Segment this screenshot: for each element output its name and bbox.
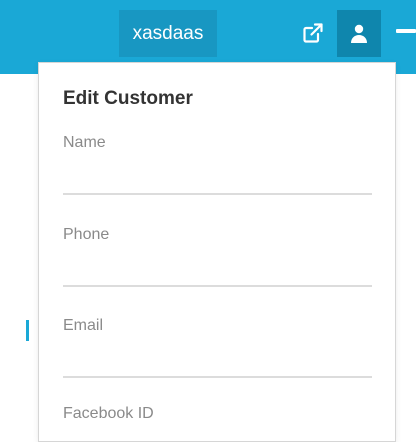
minus-icon [396, 29, 416, 33]
menu-button[interactable] [394, 29, 416, 35]
facebook-id-label: Facebook ID [63, 405, 154, 422]
external-link-icon [303, 23, 323, 43]
email-label: Email [63, 317, 104, 334]
name-field[interactable] [63, 165, 372, 195]
open-external-button[interactable] [298, 18, 328, 48]
edit-customer-panel: Edit Customer Name Phone Email Facebook … [38, 62, 396, 442]
panel-title: Edit Customer [63, 88, 193, 109]
profile-button[interactable] [337, 10, 381, 57]
phone-label: Phone [63, 226, 110, 243]
left-accent-marker [26, 320, 29, 341]
phone-field[interactable] [63, 257, 372, 287]
user-name-button[interactable]: xasdaas [119, 10, 217, 57]
email-field[interactable] [63, 348, 372, 378]
user-icon [351, 24, 367, 43]
name-label: Name [63, 134, 106, 151]
